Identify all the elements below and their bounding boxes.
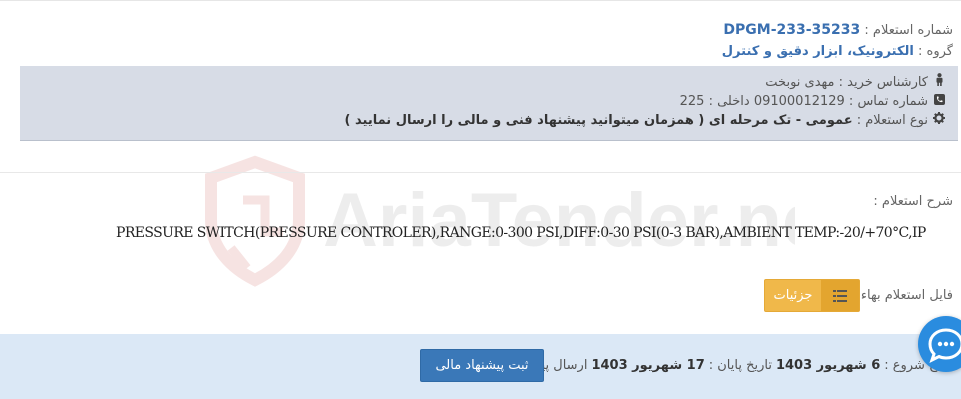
chat-icon bbox=[928, 328, 961, 363]
buyer-expert-row: کارشناس خرید : مهدی نوبخت bbox=[765, 73, 945, 92]
gear-icon bbox=[933, 111, 945, 129]
footer-dates-row: یخ شروع : 6 شهریور 1403 تاریخ پایان : 17… bbox=[481, 358, 941, 373]
description-text: PRESSURE SWITCH(PRESSURE CONTROLER),RANG… bbox=[116, 225, 926, 241]
details-button[interactable]: جزئیات bbox=[764, 279, 860, 312]
contact-row: شماره تماس : 09100012129 داخلی : 225 bbox=[680, 92, 945, 111]
inquiry-type-row: نوع استعلام : عمومی - تک مرحله ای ( همزم… bbox=[345, 111, 945, 130]
end-date-value: 17 شهریور 1403 bbox=[591, 358, 705, 373]
phone-icon bbox=[933, 92, 945, 110]
group-label: گروه : bbox=[918, 44, 953, 59]
inquiry-type-value: عمومی - تک مرحله ای ( همزمان میتوانید پی… bbox=[344, 113, 853, 128]
group-row: گروه : الکترونیک، ابزار دقیق و کنترل bbox=[722, 43, 953, 61]
watermark-shield-icon bbox=[205, 155, 305, 287]
buyer-expert-text: کارشناس خرید : مهدی نوبخت bbox=[765, 75, 928, 90]
inquiry-number: DPGM-233-35233 bbox=[723, 22, 861, 38]
details-button-label: جزئیات bbox=[773, 288, 813, 303]
inquiry-number-row: شماره استعلام : DPGM-233-35233 bbox=[723, 21, 953, 40]
user-icon bbox=[933, 73, 945, 91]
buyer-info-panel: کارشناس خرید : مهدی نوبخت شماره تماس : 0… bbox=[20, 66, 958, 141]
inquiry-number-label: شماره استعلام : bbox=[864, 23, 953, 38]
chat-button[interactable] bbox=[918, 316, 961, 372]
group-value: الکترونیک، ابزار دقیق و کنترل bbox=[721, 44, 914, 59]
contact-text: شماره تماس : 09100012129 داخلی : 225 bbox=[679, 94, 928, 109]
inquiry-type-label: نوع استعلام : bbox=[856, 113, 928, 128]
end-date-label: تاریخ پایان : bbox=[708, 358, 772, 373]
description-label: شرح استعلام : bbox=[873, 194, 953, 209]
start-date-value: 6 شهریور 1403 bbox=[775, 358, 881, 373]
watermark-logo: AriaTender.neT bbox=[205, 155, 795, 287]
watermark-text: AriaTender.neT bbox=[323, 178, 795, 263]
section-divider bbox=[0, 172, 961, 173]
top-divider bbox=[0, 0, 961, 1]
submit-financial-offer-button[interactable]: ثبت پیشنهاد مالی bbox=[420, 349, 544, 382]
inquiry-file-label: فایل استعلام بهاء : bbox=[852, 288, 953, 303]
list-icon bbox=[821, 280, 859, 311]
